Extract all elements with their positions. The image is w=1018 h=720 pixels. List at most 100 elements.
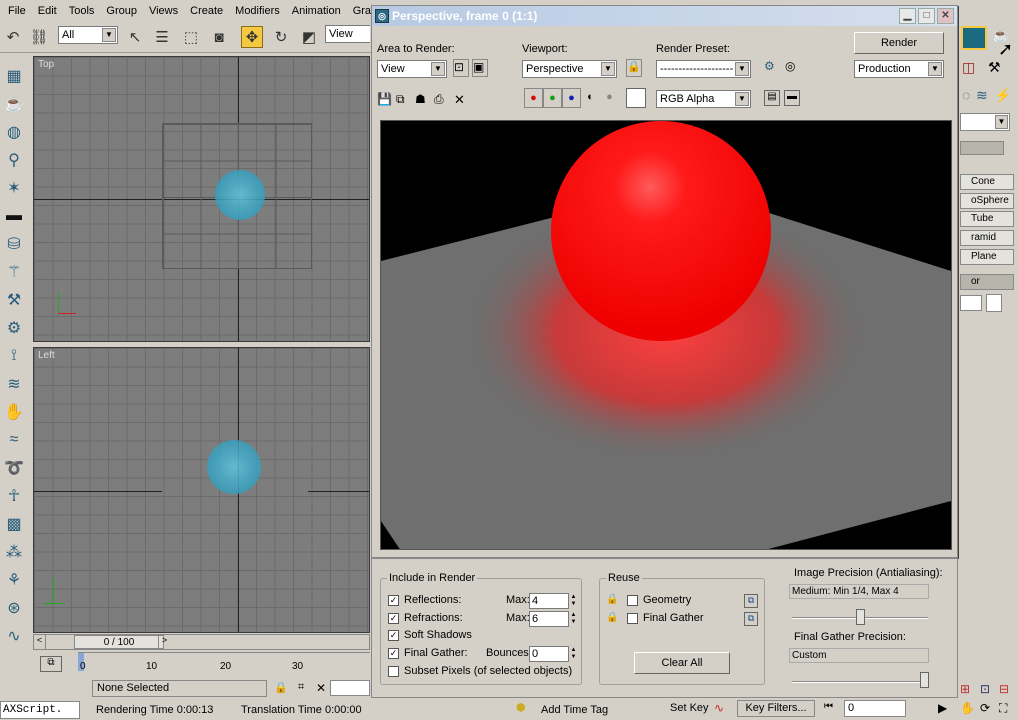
- name-field[interactable]: [960, 295, 982, 311]
- particles-icon[interactable]: ⁂: [3, 541, 25, 563]
- refractions-checkbox[interactable]: ✓: [388, 613, 399, 624]
- zoom-icon[interactable]: ⊞: [960, 682, 970, 696]
- absolute-mode-icon[interactable]: ⌗: [298, 681, 304, 694]
- render-button[interactable]: Render: [854, 32, 944, 54]
- color-swatch[interactable]: [626, 88, 646, 108]
- maxscript-listener[interactable]: AXScript.: [0, 701, 80, 719]
- flush-fg-icon[interactable]: ⧉: [744, 612, 758, 626]
- menu-group[interactable]: Group: [100, 5, 143, 17]
- render-preset-dropdown[interactable]: -------------------- ▼: [656, 60, 751, 78]
- orbit-icon[interactable]: ⟳: [980, 701, 990, 715]
- lock-icon[interactable]: 🔒: [606, 594, 618, 605]
- hammer-icon[interactable]: ⚒: [3, 289, 25, 311]
- render-setup-icon[interactable]: ◫: [962, 59, 975, 76]
- rectangular-region-icon[interactable]: ⬚: [180, 26, 202, 48]
- motion-icon[interactable]: ◌: [962, 87, 970, 103]
- viewport-left[interactable]: Left: [33, 347, 370, 633]
- flush-geometry-icon[interactable]: ⧉: [744, 594, 758, 608]
- subset-pixels-checkbox[interactable]: [388, 666, 399, 677]
- menu-animation[interactable]: Animation: [286, 5, 347, 17]
- set-key-button[interactable]: Set Key: [670, 701, 710, 717]
- alpha-channel-icon[interactable]: ◐: [581, 88, 600, 108]
- channel-display-dropdown[interactable]: RGB Alpha ▼: [656, 90, 751, 108]
- pipe-icon[interactable]: ⟟: [3, 345, 25, 367]
- menu-edit[interactable]: Edit: [32, 5, 63, 17]
- play-icon[interactable]: ▶: [938, 701, 947, 715]
- chevron-left-icon[interactable]: <: [34, 635, 46, 649]
- auto-region-icon[interactable]: ▣: [472, 59, 488, 77]
- move-icon[interactable]: ✥: [241, 26, 263, 48]
- viewport-dropdown[interactable]: Perspective ▼: [522, 60, 617, 78]
- spinner-arrows-icon[interactable]: ▲ ▼: [569, 594, 578, 608]
- key-filters-button[interactable]: Key Filters...: [737, 700, 815, 717]
- refractions-max-spinner[interactable]: 6 ▲ ▼: [529, 611, 576, 627]
- tube-button[interactable]: Tube: [960, 211, 1014, 227]
- lock-icon[interactable]: 🔒: [274, 681, 288, 694]
- name-color-rollout[interactable]: or: [960, 274, 1014, 290]
- sphere-object[interactable]: [215, 170, 265, 220]
- lock-icon[interactable]: 🔒: [626, 59, 642, 77]
- final-gather-precision-thumb[interactable]: [920, 672, 929, 688]
- menu-file[interactable]: File: [2, 5, 32, 17]
- save-icon[interactable]: 💾: [377, 92, 392, 106]
- geometry-checkbox[interactable]: [627, 595, 638, 606]
- mono-channel-icon[interactable]: ●: [600, 88, 619, 108]
- track-bar[interactable]: 0 10 20 30: [78, 652, 370, 672]
- spinner-arrows-icon[interactable]: ▲ ▼: [569, 647, 578, 661]
- utilities-icon[interactable]: ⚡: [994, 87, 1011, 104]
- final-gather-precision-track[interactable]: [792, 681, 928, 683]
- bounces-spinner[interactable]: 0 ▲ ▼: [529, 646, 576, 662]
- time-slider[interactable]: < 0 / 100 >: [33, 634, 370, 650]
- viewport-top[interactable]: Top: [33, 56, 370, 342]
- window-crossing-icon[interactable]: ◙: [208, 26, 230, 48]
- final-gather-reuse-checkbox[interactable]: [627, 613, 638, 624]
- cylinder-icon[interactable]: ⛁: [3, 233, 25, 255]
- frame-counter[interactable]: 0 / 100: [74, 635, 164, 649]
- dynamics-icon[interactable]: ⚘: [3, 569, 25, 591]
- sphere-icon[interactable]: ◍: [3, 121, 25, 143]
- knot-icon[interactable]: ➰: [3, 457, 25, 479]
- pan-icon[interactable]: ✋: [960, 701, 975, 715]
- blue-channel-button[interactable]: ●: [562, 88, 581, 108]
- select-by-name-icon[interactable]: ☰: [151, 26, 173, 48]
- menu-views[interactable]: Views: [143, 5, 184, 17]
- sphere-object[interactable]: [207, 440, 261, 494]
- viewport-label[interactable]: Top: [38, 59, 54, 70]
- scale-icon[interactable]: ◩: [298, 26, 320, 48]
- lamp-icon[interactable]: ⚲: [3, 149, 25, 171]
- toggle-ui-icon[interactable]: ▬: [784, 90, 800, 106]
- time-tag-icon[interactable]: ⬢: [516, 701, 532, 717]
- image-precision-thumb[interactable]: [856, 609, 865, 625]
- rotate-icon[interactable]: ↻: [270, 26, 292, 48]
- red-channel-button[interactable]: ●: [524, 88, 543, 108]
- link-icon[interactable]: ⛓: [28, 26, 50, 48]
- plane-button[interactable]: Plane: [960, 249, 1014, 265]
- x-coord-field[interactable]: [330, 680, 370, 696]
- reflections-checkbox[interactable]: ✓: [388, 595, 399, 606]
- selection-filter-dropdown[interactable]: All ▼: [58, 26, 118, 44]
- key-mode-icon[interactable]: ∿: [714, 701, 724, 715]
- copy-icon[interactable]: ⧉: [396, 92, 405, 107]
- close-icon[interactable]: ✕: [937, 8, 954, 24]
- object-type-rollout[interactable]: [960, 141, 1004, 155]
- edit-region-icon[interactable]: ⊡: [453, 59, 469, 77]
- maximize-viewport-icon[interactable]: ⛶: [999, 701, 1007, 716]
- current-frame-field[interactable]: 0: [844, 700, 906, 717]
- lock-icon[interactable]: 🔒: [606, 612, 618, 623]
- box-icon[interactable]: ▬: [3, 205, 25, 227]
- viewport-label[interactable]: Left: [38, 350, 55, 361]
- menu-create[interactable]: Create: [184, 5, 229, 17]
- zoom-all-icon[interactable]: ⊡: [980, 682, 990, 696]
- reflections-max-spinner[interactable]: 4 ▲ ▼: [529, 593, 576, 609]
- final-gather-checkbox[interactable]: ✓: [388, 648, 399, 659]
- menu-tools[interactable]: Tools: [63, 5, 101, 17]
- figure-icon[interactable]: ☥: [3, 485, 25, 507]
- wave-icon[interactable]: ≈: [3, 429, 25, 451]
- pyramid-button[interactable]: ramid: [960, 230, 1014, 246]
- zoom-extents-icon[interactable]: ⊟: [999, 682, 1009, 696]
- hammer-icon[interactable]: ⚒: [988, 59, 1001, 76]
- production-dropdown[interactable]: Production ▼: [854, 60, 944, 78]
- green-channel-button[interactable]: ●: [543, 88, 562, 108]
- window-titlebar[interactable]: ◎ Perspective, frame 0 (1:1) ▁ □ ✕: [372, 6, 957, 26]
- maximize-icon[interactable]: □: [918, 8, 935, 24]
